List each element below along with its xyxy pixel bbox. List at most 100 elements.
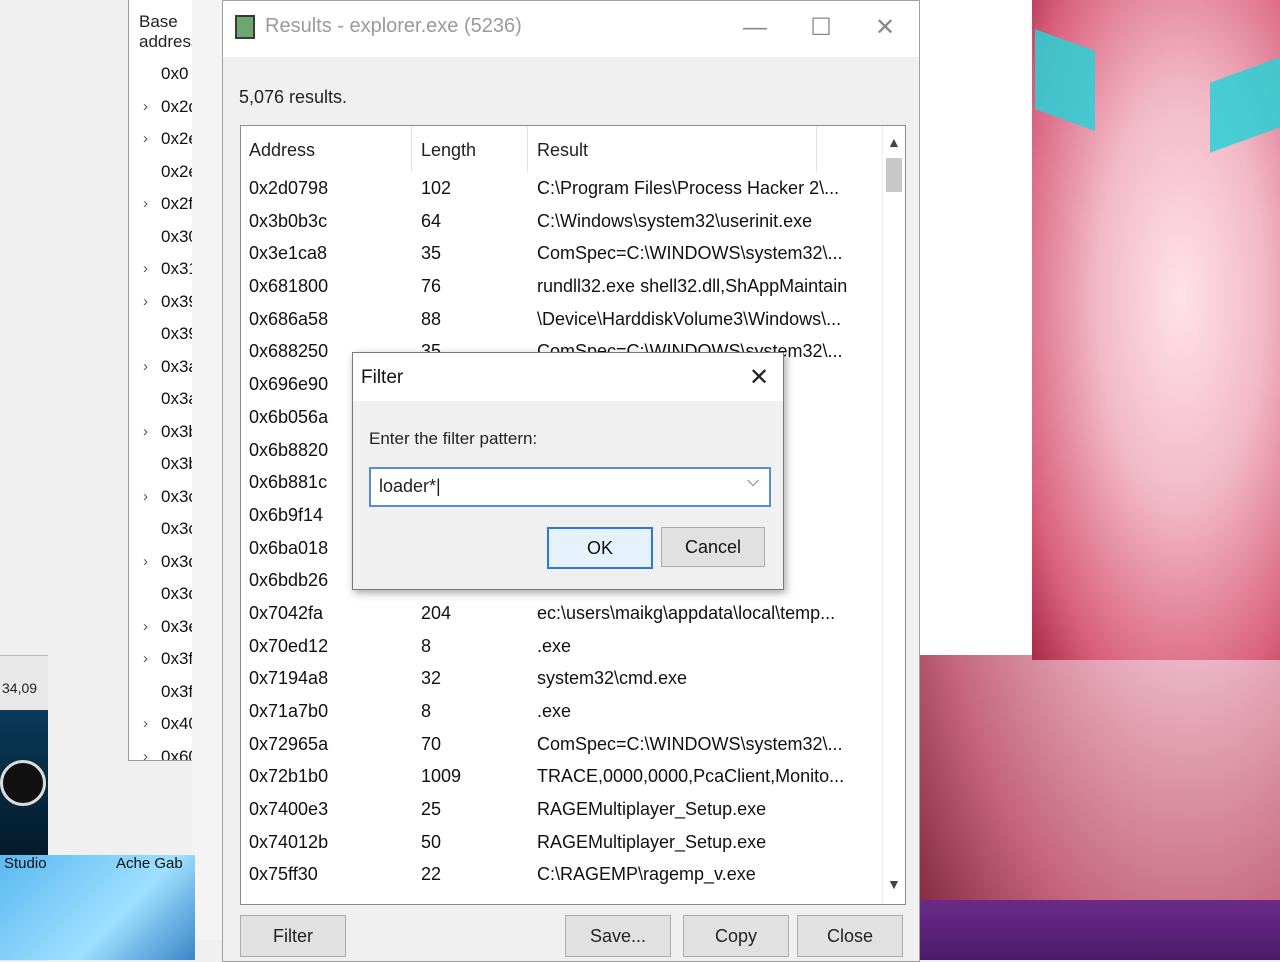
chevron-down-icon[interactable]: ⌵ <box>747 473 759 491</box>
length-cell: 204 <box>421 602 452 623</box>
address-cell: 0x72965a <box>249 733 329 754</box>
save-button[interactable]: Save... <box>565 915 671 957</box>
filter-button[interactable]: Filter <box>240 915 346 957</box>
maximize-button[interactable]: ☐ <box>801 11 841 45</box>
address-cell: 0x696e90 <box>249 374 329 395</box>
ok-button[interactable]: OK <box>547 527 653 569</box>
copy-button[interactable]: Copy <box>683 915 789 957</box>
length-cell: 102 <box>421 178 452 198</box>
chevron-right-icon[interactable]: › <box>143 618 148 635</box>
chevron-right-icon[interactable]: › <box>143 130 148 147</box>
address-cell: 0x6b8820 <box>249 439 329 460</box>
table-row[interactable]: 0x7042fa 204 ec:\users\maikg\appdata\local… <box>241 599 881 632</box>
title-bar[interactable]: Results - explorer.exe (5236) — ☐ ✕ <box>223 1 919 57</box>
chevron-right-icon[interactable]: › <box>143 358 148 375</box>
address-cell: 0x681800 <box>249 276 329 297</box>
filter-pattern-input[interactable] <box>377 475 741 498</box>
address-cell: 0x72b1b0 <box>249 766 329 787</box>
result-cell: RAGEMultiplayer_Setup.exe <box>537 799 767 820</box>
chevron-right-icon[interactable]: › <box>143 260 148 277</box>
base-address-cell: 0x0 <box>161 64 189 83</box>
length-cell: 25 <box>421 799 442 820</box>
filter-pattern-combobox[interactable]: ⌵ <box>369 467 771 507</box>
scroll-thumb[interactable] <box>886 158 902 192</box>
minimize-button[interactable]: — <box>735 11 775 45</box>
window-title: Results - explorer.exe (5236) <box>265 15 522 37</box>
length-cell: 76 <box>421 276 442 297</box>
obs-logo-icon[interactable] <box>0 760 46 806</box>
desktop-tile[interactable]: Studio Ache Gab <box>0 855 195 960</box>
length-cell: 1009 <box>421 766 462 787</box>
address-cell: 0x74012b <box>249 831 329 852</box>
table-row[interactable]: 0x72965a 70 ComSpec=C:\WINDOWS\system32\..… <box>241 730 881 763</box>
chevron-right-icon[interactable]: › <box>143 423 148 440</box>
address-cell: 0x6b881c <box>249 472 328 493</box>
vertical-scrollbar[interactable]: ▲ ▼ <box>882 126 905 904</box>
close-window-button[interactable]: ✕ <box>865 11 905 45</box>
address-cell: 0x6b056a <box>249 406 329 427</box>
column-divider[interactable] <box>411 126 412 172</box>
scroll-down-icon[interactable]: ▼ <box>887 876 901 892</box>
result-cell: .exe <box>537 701 572 721</box>
result-cell: rundll32.exe shell32.dll,ShAppMaintain <box>537 276 848 297</box>
chevron-right-icon[interactable]: › <box>143 553 148 570</box>
dialog-title-bar[interactable]: Filter ✕ <box>353 353 783 401</box>
chevron-right-icon[interactable]: › <box>143 195 148 212</box>
address-cell: 0x70ed12 <box>249 635 329 656</box>
scroll-up-icon[interactable]: ▲ <box>887 134 901 150</box>
chevron-right-icon[interactable]: › <box>143 650 148 667</box>
table-row[interactable]: 0x71a7b0 8 .exe <box>241 697 881 730</box>
address-cell: 0x7042fa <box>249 602 324 623</box>
background-window-edge <box>192 0 223 940</box>
table-row[interactable]: 0x686a58 88 \Device\HarddiskVolume3\Window… <box>241 305 881 338</box>
length-cell: 88 <box>421 308 442 329</box>
tile-label: Ache Gab <box>116 855 183 872</box>
result-cell: RAGEMultiplayer_Setup.exe <box>537 831 767 852</box>
filter-dialog: Filter ✕ Enter the filter pattern: ⌵ OK … <box>352 352 784 590</box>
address-cell: 0x6bdb26 <box>249 570 329 591</box>
length-cell: 8 <box>421 635 432 656</box>
column-divider[interactable] <box>527 126 528 172</box>
length-cell: 50 <box>421 831 442 852</box>
column-address[interactable]: Address <box>249 140 315 161</box>
address-cell: 0x6b9f14 <box>249 504 324 525</box>
address-cell: 0x75ff30 <box>249 864 318 885</box>
chevron-right-icon[interactable]: › <box>143 748 148 761</box>
result-cell: C:\Windows\system32\userinit.exe <box>537 210 813 231</box>
table-row[interactable]: 0x2d0798 102 C:\Program Files\Process Hack… <box>241 174 881 207</box>
table-row[interactable]: 0x72b1b0 1009 TRACE,0000,0000,PcaClient,Mo… <box>241 762 881 795</box>
length-cell: 35 <box>421 243 442 264</box>
column-divider[interactable] <box>816 126 817 172</box>
table-header: Address Length Result <box>241 126 881 172</box>
length-cell: 22 <box>421 864 442 885</box>
table-row[interactable]: 0x7194a8 32 system32\cmd.exe <box>241 664 881 697</box>
column-result[interactable]: Result <box>537 140 588 161</box>
dialog-title: Filter <box>361 367 404 388</box>
address-cell: 0x7194a8 <box>249 668 329 689</box>
column-length[interactable]: Length <box>421 140 476 161</box>
table-row[interactable]: 0x681800 76 rundll32.exe shell32.dll,ShApp… <box>241 272 881 305</box>
close-icon[interactable]: ✕ <box>749 363 769 392</box>
chevron-right-icon[interactable]: › <box>143 293 148 310</box>
length-cell: 70 <box>421 733 442 754</box>
result-cell: ComSpec=C:\WINDOWS\system32\... <box>537 243 843 264</box>
table-row[interactable]: 0x70ed12 8 .exe <box>241 632 881 665</box>
result-cell: ComSpec=C:\WINDOWS\system32\... <box>537 733 843 754</box>
result-cell: ec:\users\maikg\appdata\local\temp... <box>537 602 836 623</box>
table-row[interactable]: 0x74012b 50 RAGEMultiplayer_Setup.exe <box>241 828 881 861</box>
cancel-button[interactable]: Cancel <box>661 527 765 567</box>
chevron-right-icon[interactable]: › <box>143 98 148 115</box>
table-row[interactable]: 0x75ff30 22 C:\RAGEMP\ragemp_v.exe <box>241 860 881 893</box>
result-count: 5,076 results. <box>239 87 348 107</box>
chevron-right-icon[interactable]: › <box>143 715 148 732</box>
chevron-right-icon[interactable]: › <box>143 488 148 505</box>
close-button[interactable]: Close <box>797 915 903 957</box>
result-cell: .exe <box>537 635 572 656</box>
tile-label: Studio <box>4 855 47 872</box>
status-number: 34,09 <box>2 680 38 696</box>
table-row[interactable]: 0x7400e3 25 RAGEMultiplayer_Setup.exe <box>241 795 881 828</box>
address-cell: 0x688250 <box>249 341 329 362</box>
table-row[interactable]: 0x3e1ca8 35 ComSpec=C:\WINDOWS\system32\..… <box>241 239 881 272</box>
table-row[interactable]: 0x3b0b3c 64 C:\Windows\system32\userinit.e… <box>241 207 881 240</box>
length-cell: 8 <box>421 701 432 721</box>
